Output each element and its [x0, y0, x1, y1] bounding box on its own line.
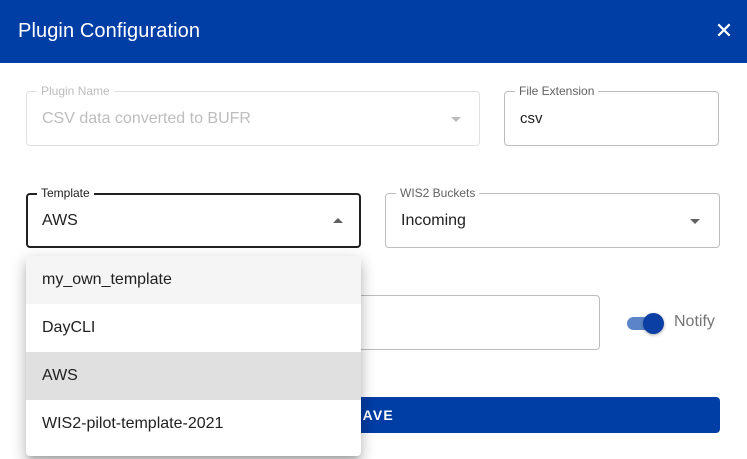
close-icon[interactable]: ✕: [711, 17, 737, 45]
file-extension-field[interactable]: File Extension csv: [504, 84, 719, 146]
dialog-header: Plugin Configuration ✕: [0, 0, 747, 63]
wis2-buckets-value: Incoming: [401, 212, 466, 229]
dialog-title: Plugin Configuration: [18, 20, 201, 42]
menu-item-aws[interactable]: AWS: [26, 352, 361, 400]
file-extension-value: csv: [520, 110, 543, 127]
toggle-thumb: [643, 313, 664, 334]
chevron-up-icon: [333, 218, 343, 223]
wis2-buckets-label: WIS2 Buckets: [396, 186, 480, 200]
plugin-name-label: Plugin Name: [37, 84, 114, 98]
chevron-down-icon: [451, 117, 461, 122]
template-menu: my_own_template DayCLI AWS WIS2-pilot-te…: [26, 256, 361, 456]
template-label: Template: [37, 186, 94, 200]
menu-item-my-own-template[interactable]: my_own_template: [26, 256, 361, 304]
menu-item-daycli[interactable]: DayCLI: [26, 304, 361, 352]
chevron-down-icon: [690, 219, 700, 224]
notify-toggle[interactable]: [624, 311, 664, 335]
template-value: AWS: [42, 212, 78, 229]
template-select[interactable]: Template AWS: [26, 186, 361, 248]
notify-label: Notify: [674, 313, 715, 330]
file-extension-label: File Extension: [515, 84, 599, 98]
wis2-buckets-select[interactable]: WIS2 Buckets Incoming: [385, 186, 720, 248]
plugin-name-value: CSV data converted to BUFR: [42, 110, 251, 127]
plugin-name-select: Plugin Name CSV data converted to BUFR: [26, 84, 480, 146]
menu-item-wis2-pilot-template-2021[interactable]: WIS2-pilot-template-2021: [26, 400, 361, 448]
